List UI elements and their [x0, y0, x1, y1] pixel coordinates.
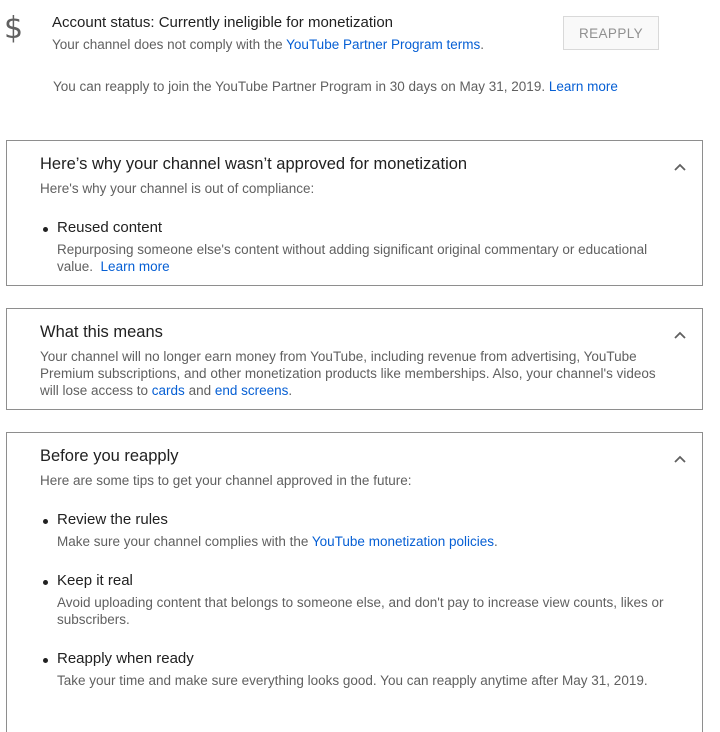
reapply-when-ready-description: Take your time and make sure everything …: [57, 673, 648, 688]
collapse-chevron-icon[interactable]: [672, 159, 688, 175]
monetization-policies-link[interactable]: YouTube monetization policies: [312, 534, 494, 549]
status-desc-prefix: Your channel does not comply with the: [52, 37, 287, 52]
collapse-chevron-icon[interactable]: [672, 451, 688, 467]
desc-line: Premium subscriptions, and other monetiz…: [40, 366, 656, 381]
desc-line-text: value.: [57, 259, 94, 274]
bullet-icon: [43, 580, 48, 585]
desc-line: will lose access to cards and end screen…: [40, 382, 700, 399]
bullet-icon: [43, 519, 48, 524]
learn-more-link[interactable]: Learn more: [549, 79, 618, 94]
dollar-icon: $: [4, 11, 24, 46]
what-this-means-card: What this means Your channel will no lon…: [6, 308, 703, 410]
card-subtitle: Here's why your channel is out of compli…: [40, 181, 315, 196]
account-status-title: Account status: Currently ineligible for…: [52, 14, 394, 31]
cards-link[interactable]: cards: [152, 383, 185, 398]
before-you-reapply-card: Before you reapply Here are some tips to…: [6, 432, 703, 732]
card-title: What this means: [40, 323, 163, 341]
desc-line: Repurposing someone else's content witho…: [57, 242, 648, 257]
account-status-description: Your channel does not comply with the Yo…: [52, 37, 484, 52]
reused-content-description: Repurposing someone else's content witho…: [57, 241, 697, 275]
partner-program-terms-link[interactable]: YouTube Partner Program terms: [286, 37, 480, 52]
card-title: Before you reapply: [40, 447, 179, 465]
account-status-section: $ Account status: Currently ineligible f…: [0, 0, 720, 130]
card-title: Here’s why your channel wasn’t approved …: [40, 155, 468, 173]
status-desc-suffix: .: [480, 37, 485, 52]
desc-and: and: [184, 383, 215, 398]
collapse-chevron-icon[interactable]: [672, 327, 688, 343]
reapply-note-text: You can reapply to join the YouTube Part…: [53, 79, 546, 94]
desc-line: value. Learn more: [57, 258, 697, 275]
bullet-icon: [43, 227, 48, 232]
desc-text: Make sure your channel complies with the: [57, 534, 312, 549]
what-this-means-description: Your channel will no longer earn money f…: [40, 348, 700, 399]
desc-line: subscribers.: [57, 612, 130, 627]
review-rules-title: Review the rules: [57, 511, 168, 528]
reused-content-learn-more-link[interactable]: Learn more: [101, 259, 170, 274]
card-subtitle: Here are some tips to get your channel a…: [40, 473, 412, 488]
bullet-icon: [43, 658, 48, 663]
end-screens-link[interactable]: end screens: [215, 383, 289, 398]
reused-content-title: Reused content: [57, 219, 163, 236]
reapply-when-ready-title: Reapply when ready: [57, 650, 194, 667]
reapply-button[interactable]: REAPPLY: [563, 16, 659, 50]
reapply-note: You can reapply to join the YouTube Part…: [53, 79, 618, 94]
desc-line: Avoid uploading content that belongs to …: [57, 595, 664, 610]
desc-suffix: .: [494, 534, 498, 549]
desc-line-text: will lose access to: [40, 383, 152, 398]
review-rules-description: Make sure your channel complies with the…: [57, 533, 697, 550]
desc-suffix: .: [288, 383, 293, 398]
desc-line: Your channel will no longer earn money f…: [40, 349, 637, 364]
keep-it-real-description: Avoid uploading content that belongs to …: [57, 594, 697, 628]
why-not-approved-card: Here’s why your channel wasn’t approved …: [6, 140, 703, 286]
keep-it-real-title: Keep it real: [57, 572, 133, 589]
